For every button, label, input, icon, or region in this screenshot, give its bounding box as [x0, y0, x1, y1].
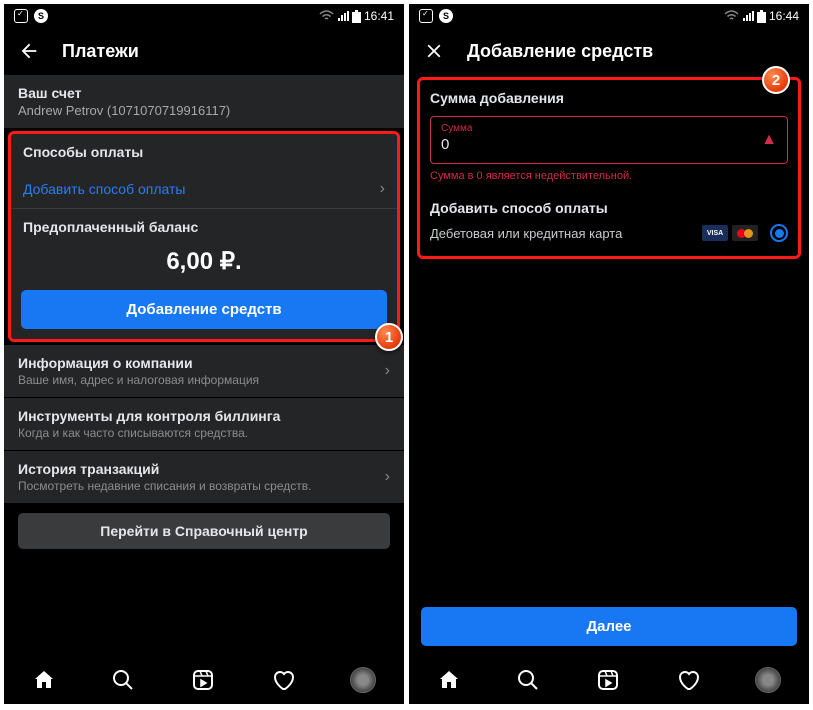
heart-icon[interactable]	[271, 668, 295, 692]
back-arrow-icon[interactable]	[18, 40, 40, 62]
header: Добавление средств	[409, 28, 809, 74]
help-center-button[interactable]: Перейти в Справочный центр	[18, 513, 390, 549]
card-payment-option[interactable]: Дебетовая или кредитная карта VISA	[430, 224, 788, 242]
search-icon[interactable]	[111, 668, 135, 692]
error-text: Сумма в 0 является недействительной.	[430, 170, 788, 182]
heart-icon[interactable]	[676, 668, 700, 692]
signal-icon	[337, 10, 349, 22]
warning-icon: ▲	[761, 131, 777, 149]
status-bar: S 16:41	[4, 4, 404, 28]
wifi-icon	[319, 10, 334, 22]
profile-avatar-icon[interactable]	[755, 667, 781, 693]
search-icon[interactable]	[516, 668, 540, 692]
transaction-history-item[interactable]: История транзакций Посмотреть недавние с…	[4, 451, 404, 503]
clock: 16:44	[769, 9, 799, 23]
phone-left: S 16:41 Платежи Ваш счет Andrew Petrov (…	[4, 4, 404, 704]
next-button[interactable]: Далее	[421, 607, 797, 646]
add-payment-method-link[interactable]: Добавить способ оплаты ›	[11, 170, 397, 208]
page-title: Платежи	[62, 41, 139, 62]
notif-icon-1	[419, 9, 433, 23]
battery-icon	[352, 10, 361, 23]
reels-icon[interactable]	[596, 668, 620, 692]
account-block: Ваш счет Andrew Petrov (1071070719916117…	[4, 75, 404, 128]
bottom-nav	[409, 656, 809, 704]
account-label: Ваш счет	[18, 85, 390, 101]
chevron-right-icon: ›	[385, 468, 390, 486]
notif-icon-1	[14, 9, 28, 23]
page-title: Добавление средств	[467, 41, 653, 62]
prepaid-label: Предоплаченный баланс	[11, 209, 397, 239]
add-payment-method-title: Добавить способ оплаты	[430, 200, 788, 216]
amount-input[interactable]: Сумма 0 ▲	[430, 116, 788, 164]
company-info-item[interactable]: Информация о компании Ваше имя, адрес и …	[4, 345, 404, 397]
chevron-right-icon: ›	[385, 362, 390, 380]
home-icon[interactable]	[32, 668, 56, 692]
wifi-icon	[724, 10, 739, 22]
payment-methods-title: Способы оплаты	[23, 144, 385, 160]
add-funds-button[interactable]: Добавление средств	[21, 290, 387, 329]
close-icon[interactable]	[423, 40, 445, 62]
account-value: Andrew Petrov (1071070719916117)	[18, 103, 390, 118]
billing-tools-item[interactable]: Инструменты для контроля биллинга Когда …	[4, 398, 404, 450]
status-bar: S 16:44	[409, 4, 809, 28]
shazam-icon: S	[439, 9, 453, 23]
header: Платежи	[4, 28, 404, 74]
home-icon[interactable]	[437, 668, 461, 692]
reels-icon[interactable]	[191, 668, 215, 692]
highlight-box-1: Способы оплаты Добавить способ оплаты › …	[8, 131, 400, 342]
bottom-nav	[4, 656, 404, 704]
radio-selected[interactable]	[770, 224, 788, 242]
clock: 16:41	[364, 9, 394, 23]
balance-amount: 6,00 ₽.	[11, 239, 397, 290]
phone-right: S 16:44 Добавление средств 2 Сумма добав…	[409, 4, 809, 704]
highlight-box-2: 2 Сумма добавления Сумма 0 ▲ Сумма в 0 я…	[417, 77, 801, 259]
annotation-badge-1: 1	[375, 323, 403, 351]
annotation-badge-2: 2	[762, 66, 790, 94]
signal-icon	[742, 10, 754, 22]
battery-icon	[757, 10, 766, 23]
mastercard-badge	[732, 225, 758, 241]
amount-label: Сумма добавления	[430, 90, 788, 106]
chevron-right-icon: ›	[380, 180, 385, 198]
input-placeholder: Сумма	[441, 123, 777, 134]
profile-avatar-icon[interactable]	[350, 667, 376, 693]
shazam-icon: S	[34, 9, 48, 23]
input-value: 0	[441, 136, 777, 153]
visa-badge: VISA	[702, 225, 728, 241]
